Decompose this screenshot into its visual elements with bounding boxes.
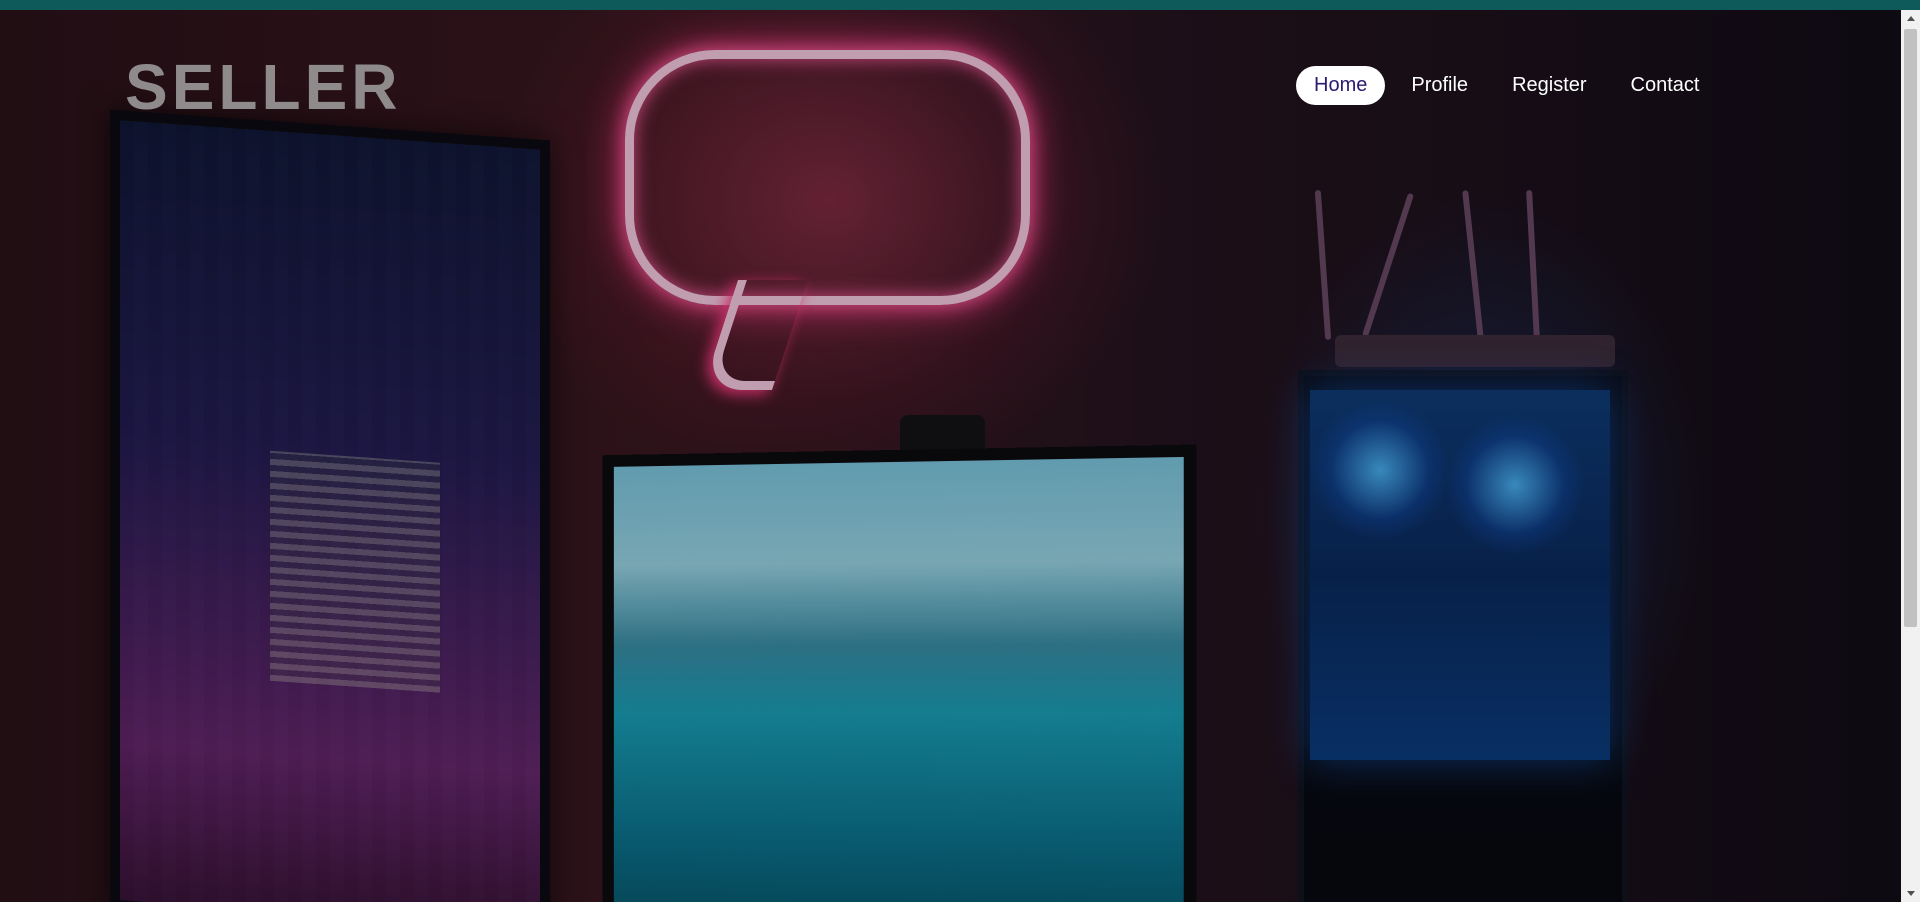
nav-profile[interactable]: Profile [1393,66,1486,105]
scrollbar-thumb[interactable] [1904,29,1917,627]
hero-background-image [0,10,1901,902]
site-logo[interactable]: SELLER [125,50,401,124]
scroll-up-arrow-icon[interactable] [1901,10,1920,27]
vertical-scrollbar[interactable] [1901,10,1920,902]
nav-register[interactable]: Register [1494,66,1604,105]
main-nav: Home Profile Register Contact [1296,66,1725,105]
browser-top-bar [0,0,1920,10]
nav-home[interactable]: Home [1296,66,1386,105]
hero-overlay [0,10,1901,902]
scroll-down-arrow-icon[interactable] [1901,885,1920,902]
nav-contact[interactable]: Contact [1613,66,1718,105]
